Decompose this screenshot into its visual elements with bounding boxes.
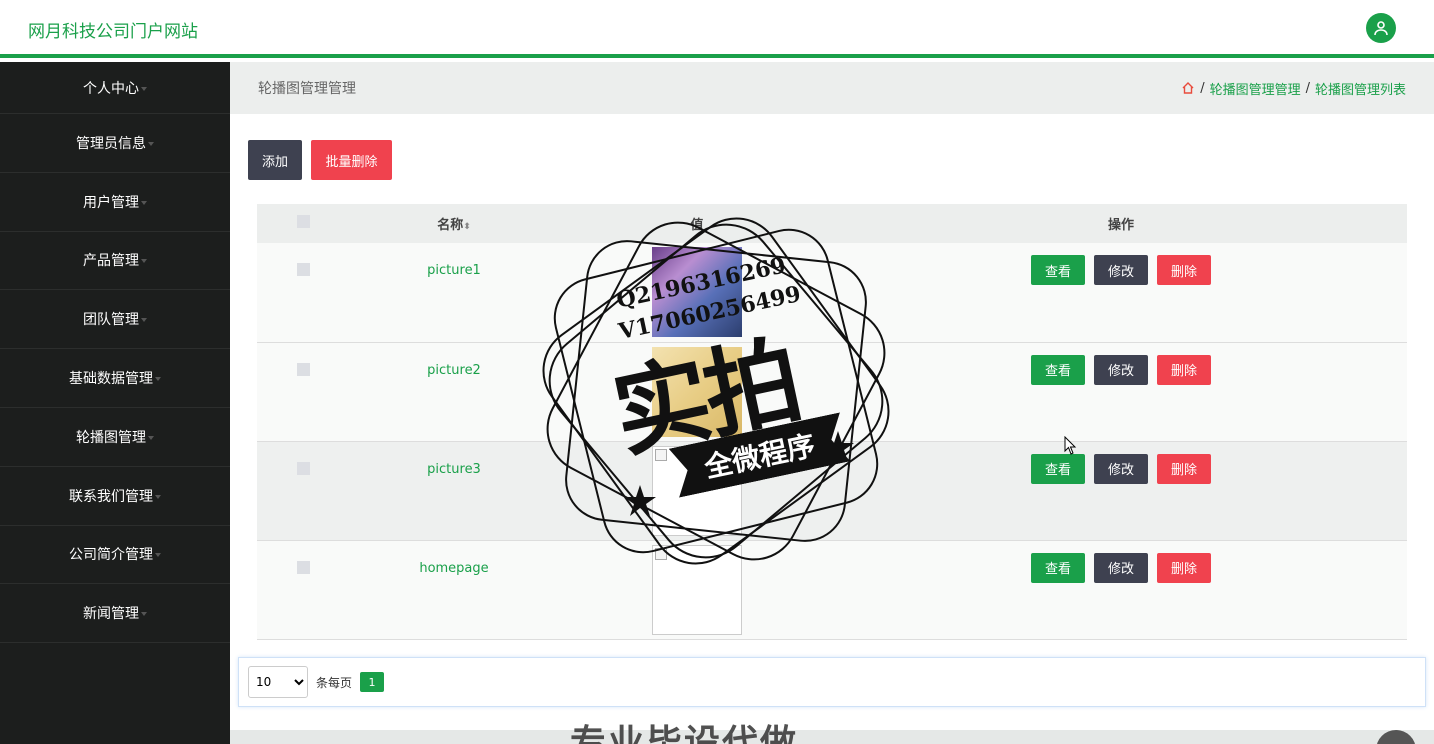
sidebar-item-contact-management[interactable]: 联系我们管理 <box>0 467 230 526</box>
footer-band <box>230 730 1434 744</box>
table-row: homepage 查看 修改 删除 <box>257 540 1407 639</box>
sidebar-item-product-management[interactable]: 产品管理 <box>0 232 230 291</box>
sidebar-item-base-data-management[interactable]: 基础数据管理 <box>0 349 230 408</box>
delete-button[interactable]: 删除 <box>1157 453 1211 484</box>
watermark-bottom-text: 专业毕设代做 <box>570 723 799 744</box>
pagination-bar: 10 条每页 1 <box>238 657 1426 707</box>
breadcrumb-carousel-list[interactable]: 轮播图管理列表 <box>1315 79 1406 98</box>
sidebar-item-label: 公司简介管理 <box>69 547 153 564</box>
table-header-row: 名称⬍ 值 操作 <box>257 204 1407 243</box>
page-number-current[interactable]: 1 <box>360 672 385 692</box>
batch-delete-button[interactable]: 批量删除 <box>311 140 392 180</box>
sidebar-item-label: 产品管理 <box>83 253 139 270</box>
sidebar-item-personal-center[interactable]: 个人中心 <box>0 62 230 114</box>
sidebar-item-label: 新闻管理 <box>83 606 139 623</box>
edit-button[interactable]: 修改 <box>1094 453 1148 484</box>
edit-button[interactable]: 修改 <box>1094 354 1148 385</box>
breadcrumb-separator: / <box>1200 80 1205 96</box>
row-checkbox[interactable] <box>296 362 310 376</box>
sidebar-item-admin-info[interactable]: 管理员信息 <box>0 114 230 173</box>
row-thumbnail[interactable] <box>652 544 742 635</box>
page-title: 轮播图管理管理 <box>258 81 356 97</box>
broken-image-icon <box>655 547 667 560</box>
breadcrumb-carousel-management[interactable]: 轮播图管理管理 <box>1210 79 1301 98</box>
mouse-cursor-icon <box>1064 436 1077 455</box>
edit-button[interactable]: 修改 <box>1094 255 1148 285</box>
caret-down-icon <box>155 494 161 499</box>
select-all-checkbox[interactable] <box>296 215 310 228</box>
delete-button[interactable]: 删除 <box>1157 255 1211 285</box>
sidebar-item-team-management[interactable]: 团队管理 <box>0 290 230 350</box>
sidebar-item-label: 联系我们管理 <box>69 488 153 505</box>
row-name: picture3 <box>427 461 481 477</box>
breadcrumb: / 轮播图管理管理 / 轮播图管理列表 <box>1181 79 1406 98</box>
user-icon <box>1374 21 1388 36</box>
row-name: homepage <box>419 560 489 576</box>
row-checkbox[interactable] <box>296 461 310 475</box>
caret-down-icon <box>155 553 161 558</box>
sidebar: 个人中心 管理员信息 用户管理 产品管理 团队管理 基础数据管理 轮播图管理 联… <box>0 62 230 744</box>
sort-icon[interactable]: ⬍ <box>463 222 471 232</box>
caret-down-icon <box>141 259 147 264</box>
page-size-select[interactable]: 10 <box>248 666 308 698</box>
view-button[interactable]: 查看 <box>1031 453 1085 484</box>
row-name: picture1 <box>427 263 481 278</box>
add-button[interactable]: 添加 <box>248 140 302 180</box>
delete-button[interactable]: 删除 <box>1157 354 1211 385</box>
caret-down-icon <box>141 318 147 323</box>
view-button[interactable]: 查看 <box>1031 552 1085 583</box>
user-avatar-button[interactable] <box>1366 13 1396 43</box>
sidebar-item-label: 轮播图管理 <box>76 429 146 446</box>
caret-down-icon <box>141 612 147 617</box>
sidebar-item-carousel-management[interactable]: 轮播图管理 <box>0 408 230 467</box>
table-row: picture1 查看 修改 删除 <box>257 243 1407 342</box>
sidebar-item-company-intro-management[interactable]: 公司简介管理 <box>0 526 230 585</box>
sidebar-item-news-management[interactable]: 新闻管理 <box>0 584 230 644</box>
app-title: 网月科技公司门户网站 <box>28 22 198 42</box>
caret-down-icon <box>155 377 161 382</box>
row-checkbox[interactable] <box>296 560 310 574</box>
caret-down-icon <box>148 435 154 440</box>
caret-down-icon <box>141 86 147 91</box>
breadcrumb-separator: / <box>1305 80 1310 96</box>
sidebar-item-label: 个人中心 <box>83 80 139 97</box>
sidebar-item-label: 团队管理 <box>83 312 139 329</box>
title-bar: 轮播图管理管理 / 轮播图管理管理 / 轮播图管理列表 <box>230 62 1434 114</box>
per-page-label: 条每页 <box>316 675 353 690</box>
row-checkbox[interactable] <box>296 263 310 276</box>
top-header: 网月科技公司门户网站 <box>0 0 1434 58</box>
view-button[interactable]: 查看 <box>1031 354 1085 385</box>
view-button[interactable]: 查看 <box>1031 255 1085 285</box>
column-header-ops: 操作 <box>1107 218 1134 233</box>
sidebar-item-label: 管理员信息 <box>76 135 146 152</box>
sidebar-item-label: 基础数据管理 <box>69 371 153 388</box>
sidebar-item-label: 用户管理 <box>83 194 139 211</box>
column-header-name[interactable]: 名称⬍ <box>349 204 559 243</box>
delete-button[interactable]: 删除 <box>1157 552 1211 583</box>
caret-down-icon <box>148 141 154 146</box>
caret-down-icon <box>141 200 147 205</box>
main-content: 轮播图管理管理 / 轮播图管理管理 / 轮播图管理列表 添加 批量删除 名称⬍ … <box>230 62 1434 744</box>
sidebar-item-user-management[interactable]: 用户管理 <box>0 173 230 232</box>
row-name: picture2 <box>427 362 481 378</box>
column-header-value: 值 <box>690 218 704 233</box>
home-icon[interactable] <box>1181 81 1195 95</box>
edit-button[interactable]: 修改 <box>1094 552 1148 583</box>
toolbar: 添加 批量删除 <box>248 140 392 180</box>
